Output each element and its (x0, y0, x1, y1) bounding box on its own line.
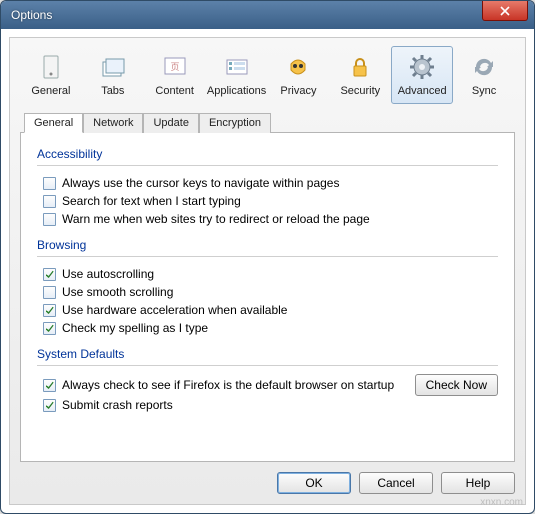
subtab-encryption[interactable]: Encryption (199, 113, 271, 133)
toolbar-sync-label: Sync (472, 85, 496, 97)
checkbox-icon (43, 304, 56, 317)
group-system-defaults: System Defaults Always check to see if F… (37, 347, 498, 414)
svg-text:页: 页 (170, 62, 179, 72)
privacy-icon (282, 51, 314, 83)
toolbar-general[interactable]: General (20, 46, 82, 104)
toolbar-tabs[interactable]: Tabs (82, 46, 144, 104)
checkbox-icon (43, 379, 56, 392)
subtabs: General Network Update Encryption (20, 112, 515, 133)
close-icon (500, 6, 510, 16)
checkbox-icon (43, 322, 56, 335)
toolbar-advanced-label: Advanced (398, 85, 447, 97)
chk-warn-redirect[interactable]: Warn me when web sites try to redirect o… (37, 210, 498, 228)
subtab-network[interactable]: Network (83, 113, 143, 133)
toolbar-applications[interactable]: Applications (206, 46, 268, 104)
group-defaults-title: System Defaults (37, 347, 498, 363)
category-toolbar: General Tabs 页 Content Applications Priv… (20, 46, 515, 104)
toolbar-sync[interactable]: Sync (453, 46, 515, 104)
group-browsing-title: Browsing (37, 238, 498, 254)
toolbar-security-label: Security (340, 85, 380, 97)
group-browsing: Browsing Use autoscrolling Use smooth sc… (37, 238, 498, 337)
toolbar-security[interactable]: Security (329, 46, 391, 104)
toolbar-tabs-label: Tabs (101, 85, 124, 97)
group-accessibility: Accessibility Always use the cursor keys… (37, 147, 498, 228)
lock-icon (344, 51, 376, 83)
checkbox-icon (43, 399, 56, 412)
toolbar-content-label: Content (155, 85, 194, 97)
general-icon (35, 51, 67, 83)
chk-autoscroll[interactable]: Use autoscrolling (37, 265, 498, 283)
chk-search-typing[interactable]: Search for text when I start typing (37, 192, 498, 210)
subtab-general[interactable]: General (24, 113, 83, 133)
chk-smooth-scroll[interactable]: Use smooth scrolling (37, 283, 498, 301)
chk-crash-reports[interactable]: Submit crash reports (37, 396, 498, 414)
checkbox-icon (43, 195, 56, 208)
toolbar-general-label: General (31, 85, 70, 97)
toolbar-applications-label: Applications (207, 85, 266, 97)
check-now-button[interactable]: Check Now (415, 374, 498, 396)
help-button[interactable]: Help (441, 472, 515, 494)
subtab-update[interactable]: Update (143, 113, 198, 133)
settings-panel: Accessibility Always use the cursor keys… (20, 133, 515, 462)
chk-hw-accel[interactable]: Use hardware acceleration when available (37, 301, 498, 319)
group-accessibility-title: Accessibility (37, 147, 498, 163)
content-icon: 页 (159, 51, 191, 83)
ok-button[interactable]: OK (277, 472, 351, 494)
dialog-buttons: OK Cancel Help (20, 462, 515, 494)
chk-default-browser[interactable]: Always check to see if Firefox is the de… (37, 376, 394, 394)
options-dialog: Options General Tabs 页 Content Applicati… (0, 0, 535, 514)
toolbar-privacy[interactable]: Privacy (268, 46, 330, 104)
titlebar: Options (1, 1, 534, 29)
toolbar-advanced[interactable]: Advanced (391, 46, 453, 104)
toolbar-privacy-label: Privacy (280, 85, 316, 97)
applications-icon (221, 51, 253, 83)
chk-cursor-keys[interactable]: Always use the cursor keys to navigate w… (37, 174, 498, 192)
toolbar-content[interactable]: 页 Content (144, 46, 206, 104)
window-title: Options (11, 8, 482, 22)
sync-icon (468, 51, 500, 83)
checkbox-icon (43, 213, 56, 226)
checkbox-icon (43, 268, 56, 281)
checkbox-icon (43, 286, 56, 299)
close-button[interactable] (482, 1, 528, 21)
cancel-button[interactable]: Cancel (359, 472, 433, 494)
checkbox-icon (43, 177, 56, 190)
chk-spelling[interactable]: Check my spelling as I type (37, 319, 498, 337)
gear-icon (406, 51, 438, 83)
tabs-icon (97, 51, 129, 83)
